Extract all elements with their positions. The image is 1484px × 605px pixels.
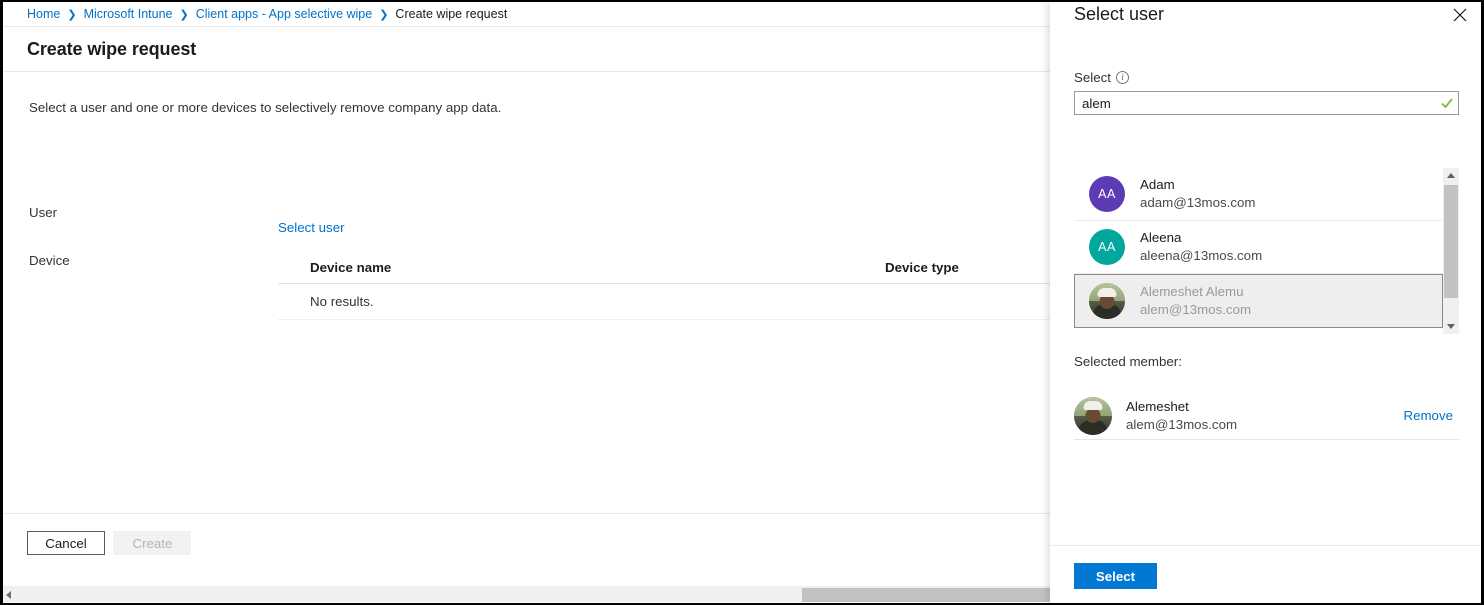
info-icon[interactable]: i	[1115, 71, 1129, 84]
avatar-photo-hat	[1097, 287, 1117, 297]
user-email: aleena@13mos.com	[1140, 248, 1263, 263]
panel-body: Select i AA	[1050, 40, 1481, 545]
list-item-text: Aleena aleena@13mos.com	[1140, 229, 1262, 265]
avatar: AA	[1089, 176, 1125, 212]
blade-body: Select a user and one or more devices to…	[3, 72, 1050, 530]
select-user-link[interactable]: Select user	[278, 220, 345, 235]
panel-footer: Select	[1050, 545, 1481, 603]
selected-member-email: alem@13mos.com	[1126, 416, 1238, 432]
breadcrumb-item-client-apps[interactable]: Client apps - App selective wipe	[196, 7, 372, 21]
avatar	[1089, 283, 1125, 319]
column-header-device-type[interactable]: Device type	[853, 260, 1050, 275]
breadcrumb-item-current: Create wipe request	[395, 7, 508, 21]
scroll-down-arrow-icon[interactable]	[1447, 324, 1455, 329]
panel-header: Select user	[1050, 2, 1481, 40]
create-wipe-request-blade: Home ❯ Microsoft Intune ❯ Client apps - …	[3, 2, 1050, 603]
table-empty-row: No results.	[278, 284, 1050, 320]
scroll-up-arrow-icon[interactable]	[1447, 173, 1455, 178]
blade-footer: Cancel Create	[3, 513, 1050, 585]
screen: Home ❯ Microsoft Intune ❯ Client apps - …	[0, 0, 1484, 605]
select-field-label: Select	[1074, 70, 1111, 85]
list-scrollbar-thumb[interactable]	[1444, 185, 1458, 298]
select-field-label-row: Select i	[1074, 70, 1129, 85]
scroll-left-arrow-icon[interactable]	[6, 591, 11, 599]
breadcrumb-separator-icon: ❯	[379, 8, 389, 21]
user-name: Aleena	[1140, 230, 1182, 246]
list-item[interactable]: AA Aleena aleena@13mos.com	[1074, 221, 1443, 274]
breadcrumb-separator-icon: ❯	[67, 8, 77, 21]
select-button[interactable]: Select	[1074, 563, 1157, 589]
selected-member-text: Alemeshet alem@13mos.com	[1126, 398, 1403, 434]
remove-link[interactable]: Remove	[1403, 408, 1453, 423]
selected-member-row: Alemeshet alem@13mos.com Remove	[1074, 392, 1459, 440]
user-email: adam@13mos.com	[1140, 195, 1256, 210]
list-item[interactable]: AA Adam adam@13mos.com	[1074, 168, 1443, 221]
user-email: alem@13mos.com	[1140, 302, 1252, 317]
breadcrumb: Home ❯ Microsoft Intune ❯ Client apps - …	[3, 2, 1050, 27]
horizontal-scrollbar-thumb[interactable]	[802, 588, 1050, 602]
user-name: Alemeshet Alemu	[1140, 284, 1244, 300]
user-results-scroll-area: AA Adam adam@13mos.com AA Aleena aleena@…	[1074, 168, 1443, 334]
list-item-text: Alemeshet Alemu alem@13mos.com	[1140, 283, 1251, 319]
avatar-initials: AA	[1098, 187, 1116, 201]
breadcrumb-item-microsoft-intune[interactable]: Microsoft Intune	[84, 7, 173, 21]
user-field-label: User	[29, 205, 58, 220]
no-results-message: No results.	[310, 294, 374, 309]
table-header-row: Device name Device type	[278, 252, 1050, 284]
user-name: Adam	[1140, 177, 1175, 193]
column-header-device-name[interactable]: Device name	[278, 260, 853, 275]
selected-member-name: Alemeshet	[1126, 398, 1189, 414]
list-item-text: Adam adam@13mos.com	[1140, 176, 1255, 212]
device-table: Device name Device type No results.	[278, 252, 1050, 320]
blade-title-bar: Create wipe request	[3, 27, 1050, 72]
create-button: Create	[113, 531, 192, 555]
horizontal-scrollbar[interactable]	[3, 586, 1050, 602]
list-vertical-scrollbar[interactable]	[1443, 168, 1459, 334]
list-item-selected[interactable]: Alemeshet Alemu alem@13mos.com	[1074, 274, 1443, 328]
selected-member-label: Selected member:	[1074, 354, 1182, 369]
search-field-wrapper[interactable]	[1074, 91, 1459, 115]
breadcrumb-separator-icon: ❯	[179, 8, 189, 21]
avatar-photo-hat	[1083, 401, 1103, 411]
select-user-panel: Select user Select i alem AA Adam adam@1…	[1050, 2, 1481, 603]
avatar	[1074, 396, 1112, 435]
intro-description: Select a user and one or more devices to…	[29, 100, 502, 115]
device-field-label: Device	[29, 253, 70, 268]
search-input[interactable]	[1075, 92, 1436, 114]
breadcrumb-item-home[interactable]: Home	[27, 7, 60, 21]
cancel-button[interactable]: Cancel	[27, 531, 105, 555]
close-icon[interactable]	[1449, 4, 1471, 26]
panel-title: Select user	[1074, 4, 1165, 24]
avatar: AA	[1089, 229, 1125, 265]
checkmark-icon	[1436, 96, 1458, 110]
page-title: Create wipe request	[27, 38, 197, 59]
avatar-initials: AA	[1098, 240, 1116, 254]
user-results-list: AA Adam adam@13mos.com AA Aleena aleena@…	[1074, 168, 1459, 334]
